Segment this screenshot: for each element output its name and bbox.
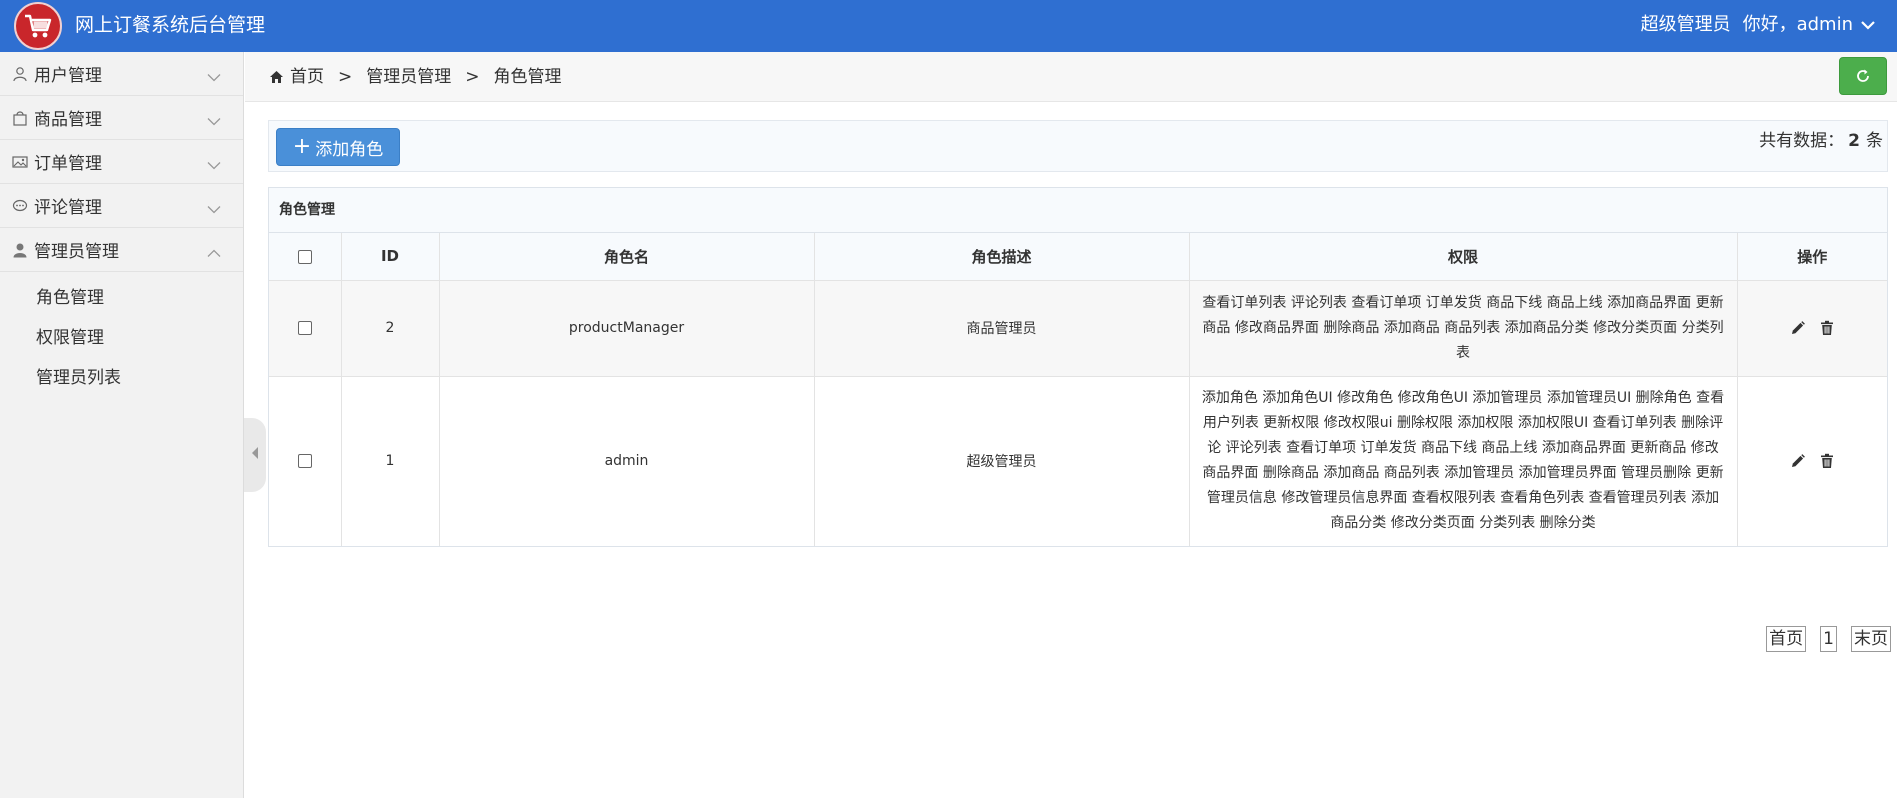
table-row: 2 productManager 商品管理员 查看订单列表 评论列表 查看订单项… <box>269 280 1887 377</box>
column-header-permissions: 权限 <box>1189 233 1738 281</box>
sidebar-item-orders[interactable]: 订单管理 <box>0 140 243 184</box>
app-title: 网上订餐系统后台管理 <box>75 14 266 36</box>
role-description: 超级管理员 <box>814 376 1190 546</box>
roles-table: ID 角色名 角色描述 权限 操作 2 productManager 商品管理员… <box>269 233 1887 546</box>
admin-submenu: 角色管理 权限管理 管理员列表 <box>0 272 243 398</box>
column-header-id: ID <box>341 233 440 281</box>
roles-panel: 角色管理 ID 角色名 角色描述 权限 操作 2 productManager … <box>268 187 1888 547</box>
sidebar-item-products[interactable]: 商品管理 <box>0 96 243 140</box>
column-header-actions: 操作 <box>1737 233 1887 281</box>
panel-title: 角色管理 <box>269 188 1887 233</box>
page-last-link[interactable]: 末页 <box>1851 626 1891 652</box>
chevron-down-icon <box>207 199 221 219</box>
chevron-up-icon <box>207 243 221 263</box>
total-number: 2 <box>1848 131 1860 151</box>
role-id: 1 <box>341 376 440 546</box>
sidebar-item-label: 评论管理 <box>34 198 102 218</box>
total-prefix: 共有数据： <box>1759 131 1845 151</box>
sidebar-collapse-toggle[interactable] <box>244 418 266 492</box>
user-role: 超级管理员 <box>1640 14 1731 35</box>
role-id: 2 <box>341 280 440 377</box>
breadcrumb-level1[interactable]: 管理员管理 <box>366 66 451 88</box>
column-header-name: 角色名 <box>439 233 815 281</box>
row-actions <box>1737 280 1887 377</box>
plus-icon: + <box>292 134 312 159</box>
breadcrumb-current: 角色管理 <box>493 67 562 87</box>
edit-pencil-icon[interactable] <box>1790 320 1806 336</box>
total-count: 共有数据： 2 条 <box>1759 130 1883 152</box>
row-select-cell <box>269 376 342 546</box>
sidebar: 用户管理 商品管理 订单管理 评论管理 管理员管理 角色管理 权限管理 管理员列… <box>0 52 244 798</box>
select-all-checkbox[interactable] <box>297 249 312 264</box>
total-suffix: 条 <box>1866 131 1883 151</box>
row-checkbox[interactable] <box>297 454 312 469</box>
column-header-description: 角色描述 <box>814 233 1190 281</box>
select-all-cell <box>269 233 342 281</box>
row-actions <box>1737 376 1887 546</box>
table-row: 1 admin 超级管理员 添加角色 添加角色UI 修改角色 修改角色UI 添加… <box>269 376 1887 546</box>
chevron-down-icon <box>207 155 221 175</box>
sidebar-item-users[interactable]: 用户管理 <box>0 52 243 96</box>
role-permissions: 添加角色 添加角色UI 修改角色 修改角色UI 添加管理员 添加管理员UI 删除… <box>1189 376 1738 546</box>
user-greeting: 你好，admin <box>1742 14 1853 35</box>
breadcrumb: 首页 > 管理员管理 > 角色管理 <box>269 66 562 88</box>
chevron-down-icon <box>207 111 221 131</box>
sidebar-subitem-permissions[interactable]: 权限管理 <box>0 318 243 358</box>
row-select-cell <box>269 280 342 377</box>
delete-trash-icon[interactable] <box>1820 320 1834 336</box>
add-role-label: 添加角色 <box>315 139 384 160</box>
admin-user-icon <box>12 242 28 258</box>
toolbar: + 添加角色 共有数据： 2 条 <box>268 120 1888 172</box>
refresh-icon <box>1855 68 1871 84</box>
table-header-row: ID 角色名 角色描述 权限 操作 <box>269 233 1887 281</box>
pagination: 首页 1 末页 <box>1766 626 1891 652</box>
role-name: productManager <box>439 280 815 377</box>
comment-icon <box>12 198 28 214</box>
home-icon <box>269 70 284 84</box>
sidebar-item-label: 用户管理 <box>34 66 102 86</box>
add-role-button[interactable]: + 添加角色 <box>276 128 400 166</box>
sidebar-item-admins[interactable]: 管理员管理 <box>0 228 243 272</box>
sidebar-item-comments[interactable]: 评论管理 <box>0 184 243 228</box>
sidebar-subitem-admin-list[interactable]: 管理员列表 <box>0 358 243 398</box>
edit-pencil-icon[interactable] <box>1790 453 1806 469</box>
row-checkbox[interactable] <box>297 321 312 335</box>
breadcrumb-bar: 首页 > 管理员管理 > 角色管理 <box>245 52 1897 102</box>
sidebar-subitem-roles[interactable]: 角色管理 <box>0 278 243 318</box>
sidebar-item-label: 管理员管理 <box>34 242 119 262</box>
sidebar-item-label: 商品管理 <box>34 110 102 130</box>
sidebar-item-label: 订单管理 <box>34 154 102 174</box>
page-first-link[interactable]: 首页 <box>1766 626 1807 652</box>
role-name: admin <box>439 376 815 546</box>
role-permissions: 查看订单列表 评论列表 查看订单项 订单发货 商品下线 商品上线 添加商品界面 … <box>1189 280 1738 377</box>
shopping-cart-logo-icon <box>14 2 62 50</box>
chevron-down-icon <box>207 67 221 87</box>
breadcrumb-separator: > <box>465 67 480 87</box>
page-current[interactable]: 1 <box>1820 626 1837 652</box>
delete-trash-icon[interactable] <box>1820 453 1834 469</box>
image-icon <box>12 154 28 170</box>
chevron-left-icon <box>250 445 260 465</box>
user-icon <box>12 66 28 82</box>
breadcrumb-separator: > <box>338 67 353 87</box>
breadcrumb-home-link[interactable]: 首页 <box>290 66 324 88</box>
role-description: 商品管理员 <box>814 280 1190 377</box>
user-menu[interactable]: 超级管理员 你好，admin <box>1641 13 1875 37</box>
refresh-button[interactable] <box>1839 57 1887 95</box>
top-header: 网上订餐系统后台管理 超级管理员 你好，admin <box>0 0 1897 52</box>
chevron-down-icon <box>1861 13 1875 37</box>
shopping-bag-icon <box>12 110 28 126</box>
